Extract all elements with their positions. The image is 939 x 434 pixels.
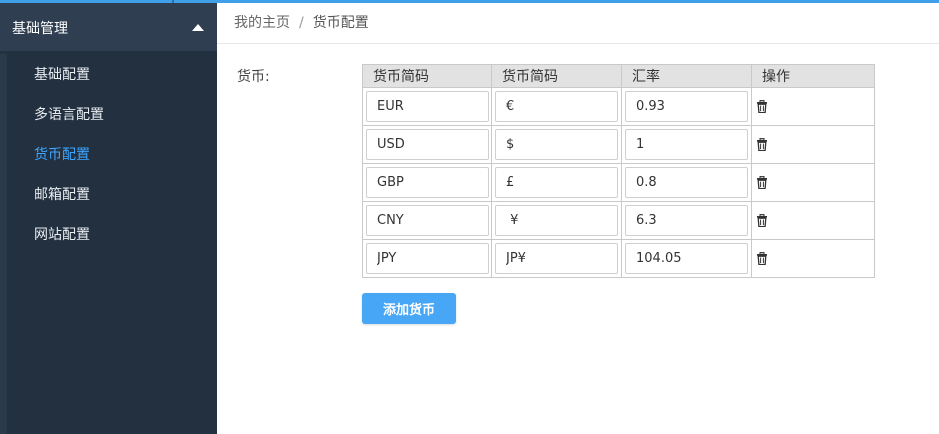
currency-field-label: 货币: (237, 69, 270, 85)
caret-up-icon[interactable] (192, 24, 204, 31)
currency-symbol-input[interactable] (495, 167, 618, 198)
exchange-rate-input[interactable] (625, 129, 748, 160)
table-row (362, 163, 875, 202)
currency-symbol-input[interactable] (495, 129, 618, 160)
trash-icon[interactable] (756, 251, 768, 269)
exchange-rate-input[interactable] (625, 243, 748, 274)
sidebar-item-language-config[interactable]: 多语言配置 (0, 95, 217, 135)
sidebar-nav: 基础配置 多语言配置 货币配置 邮箱配置 网站配置 (0, 55, 217, 255)
table-row (362, 239, 875, 278)
currency-code-input[interactable] (366, 167, 489, 198)
currency-symbol-input[interactable] (495, 243, 618, 274)
table-row (362, 201, 875, 240)
exchange-rate-input[interactable] (625, 167, 748, 198)
table-row (362, 125, 875, 164)
column-header-rate: 汇率 (621, 64, 752, 88)
currency-code-input[interactable] (366, 243, 489, 274)
add-currency-button[interactable]: 添加货币 (362, 293, 456, 324)
sidebar-group-header[interactable]: 基础管理 (0, 3, 217, 51)
currency-table: 货币简码 货币简码 汇率 操作 (362, 64, 875, 278)
breadcrumb: 我的主页 / 货币配置 (217, 3, 939, 44)
trash-icon[interactable] (756, 175, 768, 193)
sidebar: 基础管理 基础配置 多语言配置 货币配置 邮箱配置 网站配置 (0, 3, 217, 434)
breadcrumb-separator: / (299, 15, 304, 31)
trash-icon[interactable] (756, 137, 768, 155)
trash-icon[interactable] (756, 213, 768, 231)
sidebar-item-site-config[interactable]: 网站配置 (0, 215, 217, 255)
currency-symbol-input[interactable] (495, 91, 618, 122)
column-header-code: 货币简码 (362, 64, 492, 88)
table-row (362, 87, 875, 126)
currency-code-input[interactable] (366, 91, 489, 122)
currency-code-input[interactable] (366, 205, 489, 236)
column-header-symbol: 货币简码 (491, 64, 622, 88)
table-header-row: 货币简码 货币简码 汇率 操作 (362, 64, 875, 88)
sidebar-item-basic-config[interactable]: 基础配置 (0, 55, 217, 95)
sidebar-group-title: 基础管理 (12, 21, 68, 37)
breadcrumb-home-link[interactable]: 我的主页 (234, 15, 290, 31)
sidebar-item-email-config[interactable]: 邮箱配置 (0, 175, 217, 215)
sidebar-item-currency-config[interactable]: 货币配置 (0, 135, 217, 175)
column-header-actions: 操作 (751, 64, 875, 88)
trash-icon[interactable] (756, 99, 768, 117)
exchange-rate-input[interactable] (625, 91, 748, 122)
breadcrumb-current: 货币配置 (312, 15, 369, 31)
currency-symbol-input[interactable] (495, 205, 618, 236)
currency-code-input[interactable] (366, 129, 489, 160)
exchange-rate-input[interactable] (625, 205, 748, 236)
